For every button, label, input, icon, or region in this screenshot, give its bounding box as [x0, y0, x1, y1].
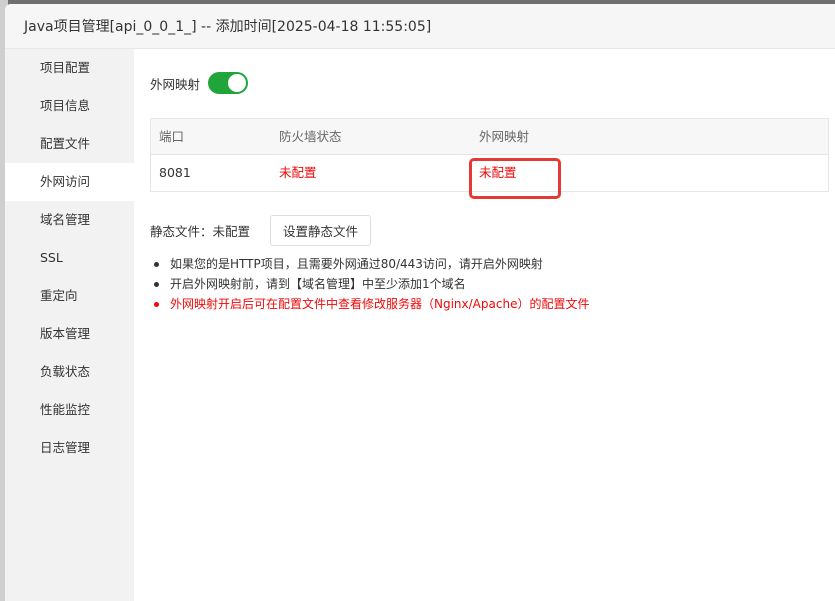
sidebar-item-ssl[interactable]: SSL: [5, 239, 134, 277]
column-header-firewall-status: 防火墙状态: [279, 129, 342, 144]
bullet-dot: [154, 301, 159, 307]
bullet-dot: [154, 281, 159, 287]
sidebar-item-version-management[interactable]: 版本管理: [5, 315, 134, 353]
tip-item: 如果您的是HTTP项目，且需要外网通过80/443访问，请开启外网映射: [154, 254, 589, 274]
external-access-panel: 外网映射 端口 防火墙状态 外网映射 8081 未配置 未配置 静态文件：未配置…: [134, 49, 835, 601]
tip-text: 如果您的是HTTP项目，且需要外网通过80/443访问，请开启外网映射: [170, 257, 543, 271]
tip-text: 开启外网映射前，请到【域名管理】中至少添加1个域名: [170, 277, 466, 291]
table-header-row: 端口 防火墙状态 外网映射: [151, 119, 828, 155]
external-mapping-label: 外网映射: [150, 76, 201, 92]
project-dialog: Java项目管理[api_0_0_1_] -- 添加时间[2025-04-18 …: [5, 4, 835, 601]
bullet-dot: [154, 261, 159, 267]
sidebar-item-config-file[interactable]: 配置文件: [5, 125, 134, 163]
firewall-status-value: 未配置: [279, 165, 317, 180]
dialog-title: Java项目管理[api_0_0_1_] -- 添加时间[2025-04-18 …: [5, 4, 835, 49]
sidebar-item-project-config[interactable]: 项目配置: [5, 49, 134, 87]
table-row: 8081 未配置 未配置: [151, 155, 828, 191]
toggle-knob: [228, 74, 247, 92]
tips-list: 如果您的是HTTP项目，且需要外网通过80/443访问，请开启外网映射 开启外网…: [154, 254, 589, 314]
sidebar-item-project-info[interactable]: 项目信息: [5, 87, 134, 125]
column-header-port: 端口: [159, 129, 185, 144]
sidebar-item-log-management[interactable]: 日志管理: [5, 429, 134, 467]
sidebar-item-performance-monitor[interactable]: 性能监控: [5, 391, 134, 429]
static-files-row: 静态文件：未配置 设置静态文件: [150, 215, 372, 246]
sidebar-item-redirect[interactable]: 重定向: [5, 277, 134, 315]
sidebar-item-domain-management[interactable]: 域名管理: [5, 201, 134, 239]
external-mapping-value: 未配置: [479, 165, 517, 180]
external-mapping-row: 外网映射: [150, 72, 249, 94]
sidebar-item-external-access[interactable]: 外网访问: [5, 163, 134, 201]
external-mapping-toggle[interactable]: [208, 72, 249, 94]
sidebar-nav: 项目配置 项目信息 配置文件 外网访问 域名管理 SSL 重定向 版本管理 负载…: [5, 49, 134, 601]
port-status-table: 端口 防火墙状态 外网映射 8081 未配置 未配置: [150, 118, 829, 192]
column-header-external-mapping: 外网映射: [479, 129, 530, 144]
port-value: 8081: [159, 165, 191, 180]
sidebar-item-load-status[interactable]: 负载状态: [5, 353, 134, 391]
set-static-files-button[interactable]: 设置静态文件: [270, 215, 372, 246]
tip-text: 外网映射开启后可在配置文件中查看修改服务器（Nginx/Apache）的配置文件: [170, 297, 590, 311]
tip-item-warning: 外网映射开启后可在配置文件中查看修改服务器（Nginx/Apache）的配置文件: [154, 294, 589, 314]
static-files-status: 静态文件：未配置: [150, 224, 251, 239]
tip-item: 开启外网映射前，请到【域名管理】中至少添加1个域名: [154, 274, 589, 294]
